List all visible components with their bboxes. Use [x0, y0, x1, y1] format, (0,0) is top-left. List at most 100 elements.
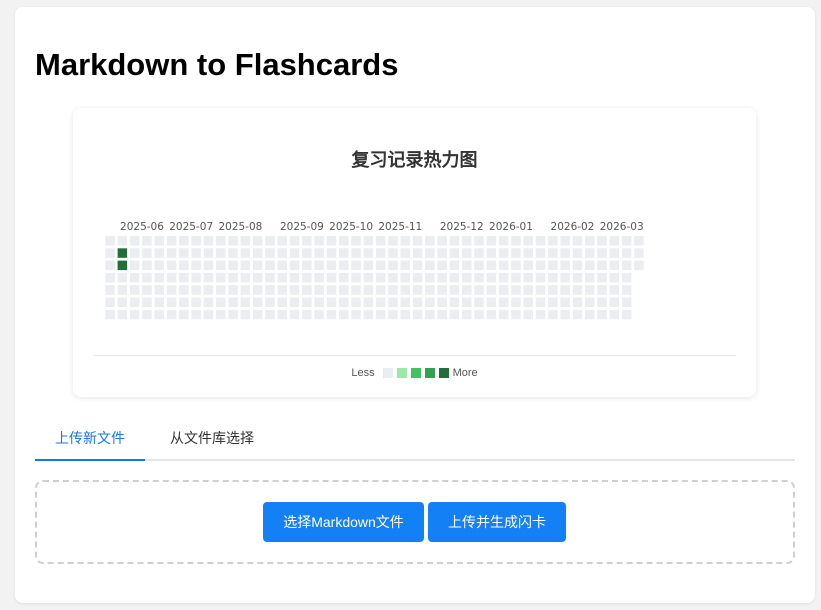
heatmap-day-cell	[474, 260, 484, 271]
heatmap-day-cell	[523, 272, 533, 283]
heatmap-day-cell	[216, 260, 226, 271]
heatmap-day-cell	[277, 285, 287, 295]
heatmap-day-cell	[449, 297, 460, 307]
heatmap-day-cell	[498, 297, 509, 307]
heatmap-day-cell	[203, 285, 214, 295]
heatmap-day-cell	[277, 236, 287, 246]
heatmap-legend: Less More	[73, 366, 756, 380]
heatmap-day-cell	[449, 248, 460, 258]
heatmap-day-cell	[412, 297, 423, 307]
heatmap-day-cell	[105, 248, 115, 258]
heatmap-day-cell	[191, 260, 201, 271]
heatmap-day-cell	[154, 236, 164, 246]
heatmap-day-cell	[240, 285, 251, 295]
heatmap-day-cell	[585, 309, 595, 320]
heatmap-day-cell	[117, 260, 128, 271]
heatmap-day-cell	[609, 285, 620, 295]
heatmap-day-cell	[179, 297, 189, 307]
heatmap-day-cell	[462, 236, 472, 246]
heatmap-day-cell	[326, 297, 337, 307]
heatmap-day-cell	[216, 272, 226, 283]
heatmap-day-cell	[302, 309, 312, 320]
heatmap-day-cell	[166, 297, 177, 307]
source-tabs: 上传新文件 从文件库选择	[35, 423, 795, 461]
heatmap-day-cell	[277, 297, 287, 307]
heatmap-day-cell	[425, 260, 435, 271]
heatmap-day-cell	[400, 236, 410, 246]
heatmap-day-cell	[339, 285, 349, 295]
heatmap-day-cell	[486, 297, 497, 307]
legend-swatch-0	[382, 368, 393, 378]
heatmap-day-cell	[289, 272, 300, 283]
heatmap-day-cell	[339, 260, 349, 271]
heatmap-day-cell	[535, 297, 546, 307]
heatmap-day-cell	[228, 297, 238, 307]
heatmap-day-cell	[351, 285, 361, 295]
heatmap-day-cell	[486, 285, 497, 295]
legend-swatch-3	[424, 368, 435, 378]
heatmap-day-cell	[474, 309, 484, 320]
heatmap-day-cell	[511, 297, 521, 307]
heatmap-day-cell	[498, 248, 509, 258]
heatmap-day-cell	[400, 260, 410, 271]
heatmap-day-cell	[117, 297, 128, 307]
heatmap-day-cell	[498, 236, 509, 246]
heatmap-day-cell	[166, 236, 177, 246]
heatmap-month-label: 2025-09	[280, 221, 324, 233]
upload-generate-button[interactable]: 上传并生成闪卡	[428, 502, 566, 542]
heatmap-day-cell	[572, 272, 583, 283]
heatmap-day-cell	[252, 285, 263, 295]
tab-upload-new-file[interactable]: 上传新文件	[35, 423, 145, 461]
heatmap-day-cell	[191, 248, 201, 258]
heatmap-day-cell	[535, 260, 546, 271]
heatmap-day-cell	[154, 248, 164, 258]
heatmap-day-cell	[498, 272, 509, 283]
heatmap-day-cell	[326, 272, 337, 283]
heatmap-day-cell	[462, 248, 472, 258]
heatmap-day-cell	[351, 309, 361, 320]
heatmap-day-cell	[228, 260, 238, 271]
heatmap-day-cell	[560, 260, 570, 271]
heatmap-day-cell	[326, 236, 337, 246]
heatmap-day-cell	[154, 297, 164, 307]
heatmap-day-cell	[597, 272, 607, 283]
heatmap-day-cell	[166, 285, 177, 295]
heatmap-day-cell	[511, 285, 521, 295]
heatmap-day-cell	[560, 285, 570, 295]
legend-swatch-4	[438, 368, 449, 378]
select-markdown-file-button[interactable]: 选择Markdown文件	[263, 502, 424, 542]
heatmap-day-cell	[449, 260, 460, 271]
heatmap-day-cell	[597, 260, 607, 271]
heatmap-day-cell	[486, 236, 497, 246]
heatmap-day-cell	[400, 272, 410, 283]
heatmap-day-cell	[535, 248, 546, 258]
tab-select-from-library[interactable]: 从文件库选择	[154, 423, 270, 459]
heatmap-day-cell	[117, 236, 128, 246]
heatmap-month-label: 2025-11	[378, 221, 422, 233]
heatmap-day-cell	[375, 297, 386, 307]
heatmap-day-cell	[523, 260, 533, 271]
heatmap-day-cell	[425, 309, 435, 320]
heatmap-day-cell	[597, 297, 607, 307]
heatmap-day-cell	[621, 309, 632, 320]
heatmap-day-cell	[585, 285, 595, 295]
heatmap-day-cell	[609, 272, 620, 283]
heatmap-day-cell	[437, 272, 447, 283]
main-card: Markdown to Flashcards 复习记录热力图 2025-06 20…	[15, 7, 815, 603]
heatmap-day-cell	[154, 309, 164, 320]
legend-less-label: Less	[351, 367, 375, 379]
heatmap-day-cell	[179, 236, 189, 246]
heatmap-day-cell	[240, 297, 251, 307]
heatmap-day-cell	[486, 309, 497, 320]
heatmap-day-cell	[228, 309, 238, 320]
heatmap-day-cell	[129, 285, 140, 295]
heatmap-day-cell	[572, 236, 583, 246]
heatmap-day-cell	[400, 248, 410, 258]
heatmap-day-cell	[486, 260, 497, 271]
file-dropzone[interactable]: 选择Markdown文件 上传并生成闪卡	[35, 480, 795, 564]
heatmap-day-cell	[560, 236, 570, 246]
heatmap-day-cell	[560, 309, 570, 320]
heatmap-day-cell	[240, 309, 251, 320]
heatmap-day-cell	[129, 297, 140, 307]
heatmap-day-cell	[412, 236, 423, 246]
